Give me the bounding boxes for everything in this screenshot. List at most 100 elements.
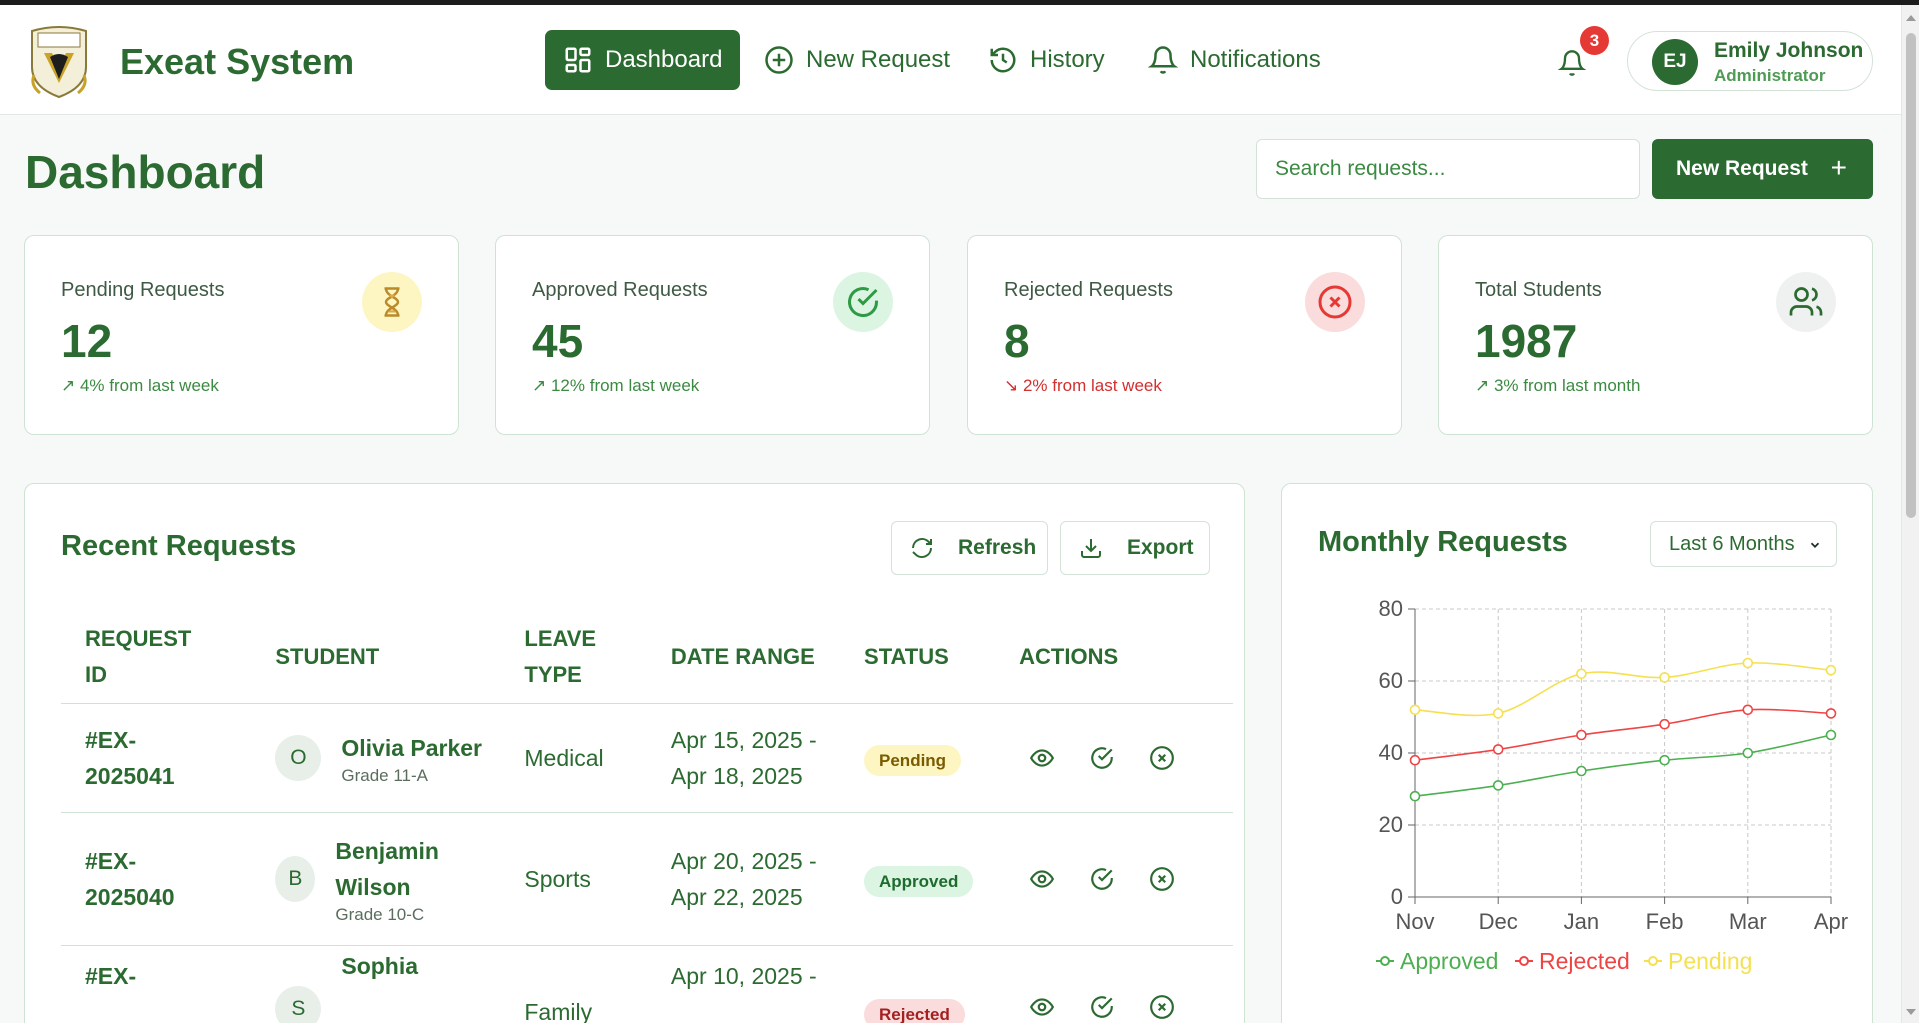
x-tick-label: Nov [1395, 909, 1434, 934]
x-tick-label: Apr [1814, 909, 1848, 934]
scroll-down-arrow-icon[interactable] [1906, 1009, 1916, 1015]
column-header: STATUS [840, 612, 996, 704]
student-grade: Grade 10-C [335, 904, 425, 924]
user-profile-chip[interactable]: EJ Emily Johnson Administrator [1627, 31, 1873, 91]
y-tick-label: 60 [1379, 668, 1403, 693]
row-actions [1019, 745, 1233, 771]
reject-x-icon[interactable] [1149, 866, 1175, 892]
y-tick-label: 20 [1379, 812, 1403, 837]
table-header-row: REQUEST ID STUDENT LEAVE TYPE DATE RANGE… [61, 612, 1233, 704]
monthly-requests-panel: Monthly Requests Last 6 Months 0 20 40 60 80… [1281, 483, 1873, 1023]
date-range: Apr 15, 2025 - Apr 18, 2025 [646, 703, 841, 813]
refresh-icon [912, 538, 932, 558]
trend-up-arrow-icon: ↗ [61, 376, 80, 395]
new-request-button[interactable]: New Request + [1652, 139, 1873, 199]
legend-marker-dot [1519, 956, 1529, 966]
users-icon [1776, 272, 1836, 332]
stat-card-pending: Pending Requests 12 ↗ 4% from last week [24, 235, 459, 435]
nav-notifications[interactable]: Notifications [1130, 30, 1339, 90]
request-id: #EX-2025040 [61, 812, 252, 946]
recent-requests-title: Recent Requests [61, 530, 297, 562]
data-point-approved [1409, 790, 1421, 802]
data-point-rejected [1492, 744, 1504, 755]
nav-history[interactable]: History [970, 30, 1123, 90]
top-navbar: Exeat System Dashboard New Request Histo… [0, 5, 1901, 115]
x-circle-icon [1305, 272, 1365, 332]
plus-icon: + [1830, 152, 1847, 183]
nav-new-request[interactable]: New Request [746, 30, 968, 90]
notification-bell-icon[interactable] [1558, 49, 1586, 77]
status-badge: Pending [864, 744, 962, 776]
request-id: #EX- [61, 945, 252, 1023]
stat-trend: ↗ 12% from last week [532, 376, 700, 395]
stat-value: 8 [1004, 315, 1030, 367]
data-point-pending [1742, 657, 1754, 669]
refresh-label: Refresh [958, 536, 1037, 559]
data-point-approved [1576, 765, 1587, 777]
stat-label: Rejected Requests [1004, 279, 1173, 301]
nav-dashboard[interactable]: Dashboard [545, 30, 741, 90]
history-icon [990, 47, 1016, 73]
export-button[interactable]: Export [1060, 521, 1210, 575]
plus-circle-icon [765, 46, 793, 74]
stat-label: Pending Requests [61, 279, 225, 301]
stat-card-rejected: Rejected Requests 8 ↘ 2% from last week [967, 235, 1402, 435]
date-range: Apr 20, 2025 - Apr 22, 2025 [646, 812, 841, 946]
student-name: Sophia [341, 952, 419, 979]
view-eye-icon[interactable] [1029, 866, 1055, 892]
y-tick-label: 80 [1379, 596, 1403, 621]
table-row[interactable]: #EX-2025040 B Benjamin Wilson Grade 10-C … [61, 812, 1233, 946]
status-badge: Rejected [864, 998, 965, 1023]
hourglass-icon [362, 272, 422, 332]
notification-count-badge: 3 [1580, 26, 1609, 55]
column-header: STUDENT [251, 612, 501, 704]
column-header: LEAVE TYPE [500, 612, 647, 704]
trend-up-arrow-icon: ↗ [1475, 376, 1494, 395]
view-eye-icon[interactable] [1029, 745, 1055, 771]
student-avatar: O [275, 734, 322, 781]
legend-label-pending: Pending [1668, 948, 1752, 974]
check-circle-icon [833, 272, 893, 332]
requests-table: REQUEST ID STUDENT LEAVE TYPE DATE RANGE… [61, 612, 1233, 1023]
approve-check-icon[interactable] [1089, 866, 1115, 892]
nav-new-request-label: New Request [806, 46, 951, 73]
student-grade: Grade 11-A [341, 765, 428, 785]
reject-x-icon[interactable] [1149, 745, 1175, 771]
stat-card-total-students: Total Students 1987 ↗ 3% from last month [1438, 235, 1873, 435]
scrollbar-thumb[interactable] [1906, 33, 1916, 518]
stat-label: Total Students [1475, 279, 1602, 301]
y-tick-label: 0 [1391, 884, 1403, 909]
scroll-up-arrow-icon[interactable] [1906, 15, 1916, 21]
leave-type: Sports [500, 812, 647, 946]
new-request-button-label: New Request [1676, 157, 1808, 180]
page-scrollbar[interactable] [1901, 5, 1919, 1023]
series-line-approved [1414, 734, 1832, 797]
legend-marker-dot [1648, 956, 1658, 966]
monthly-requests-chart: 0 20 40 60 80 Nov Dec Jan Feb Mar Apr Approved Rejec… [1376, 596, 1848, 974]
student-avatar: B [275, 855, 316, 902]
stat-label: Approved Requests [532, 279, 708, 301]
student-cell: B Benjamin Wilson Grade 10-C [275, 833, 500, 925]
table-row[interactable]: #EX- S Sophia Family Apr 10, 2025 - Reje… [61, 945, 1233, 1023]
search-input[interactable] [1256, 139, 1640, 199]
x-tick-label: Mar [1729, 909, 1767, 934]
column-header: REQUEST ID [61, 612, 252, 704]
view-eye-icon[interactable] [1029, 994, 1055, 1020]
stat-trend: ↗ 3% from last month [1475, 376, 1641, 395]
data-point-approved [1742, 747, 1754, 759]
nav-dashboard-label: Dashboard [605, 46, 723, 73]
data-point-approved [1492, 780, 1504, 791]
status-badge: Approved [864, 865, 974, 897]
refresh-button[interactable]: Refresh [891, 521, 1048, 575]
approve-check-icon[interactable] [1089, 994, 1115, 1020]
page-title: Dashboard [25, 146, 266, 198]
reject-x-icon[interactable] [1149, 994, 1175, 1020]
data-point-rejected [1659, 718, 1670, 730]
approve-check-icon[interactable] [1089, 745, 1115, 771]
stat-trend: ↗ 4% from last week [61, 376, 219, 395]
user-role: Administrator [1714, 66, 1826, 85]
legend-label-rejected: Rejected [1539, 948, 1630, 974]
x-tick-label: Dec [1479, 909, 1518, 934]
table-row[interactable]: #EX-2025041 O Olivia Parker Grade 11-A Me… [61, 703, 1233, 813]
stat-card-approved: Approved Requests 45 ↗ 12% from last wee… [495, 235, 930, 435]
